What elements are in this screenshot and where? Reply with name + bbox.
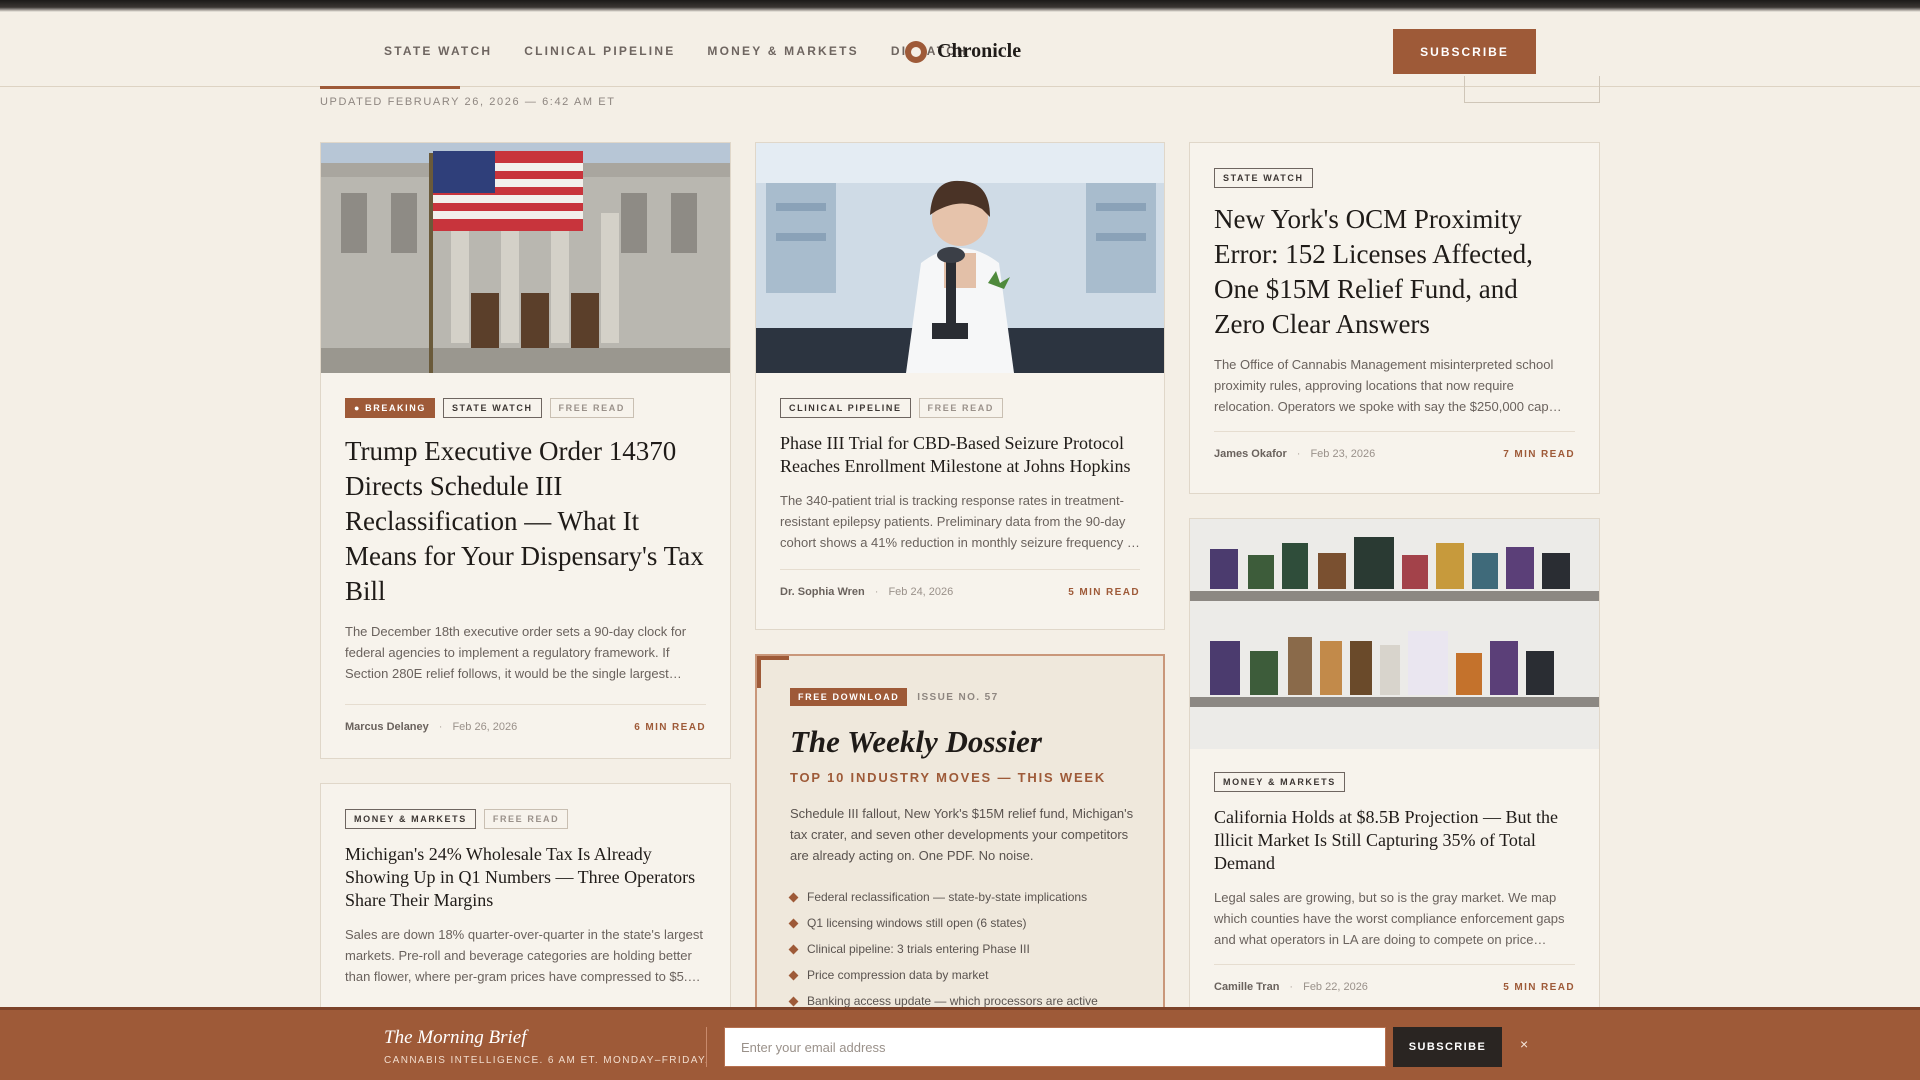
article-headline[interactable]: Phase III Trial for CBD-Based Seizure Pr… bbox=[780, 432, 1140, 478]
weekly-dossier-promo[interactable]: FREE DOWNLOAD ISSUE NO. 57 The Weekly Do… bbox=[755, 654, 1165, 1014]
brief-title: The Morning Brief bbox=[384, 1027, 527, 1048]
publish-date: Feb 22, 2026 bbox=[1303, 981, 1368, 993]
tag-money-markets[interactable]: MONEY & MARKETS bbox=[1214, 772, 1345, 792]
article-headline[interactable]: Trump Executive Order 14370 Directs Sche… bbox=[345, 434, 706, 609]
tag-clinical-pipeline[interactable]: CLINICAL PIPELINE bbox=[780, 398, 911, 418]
article-card-cbd-trial[interactable]: CLINICAL PIPELINE FREE READ Phase III Tr… bbox=[755, 142, 1165, 630]
article-meta: Dr. Sophia Wren · Feb 24, 2026 5 MIN REA… bbox=[780, 569, 1140, 598]
corner-accent bbox=[757, 656, 789, 688]
list-item: Federal reclassification — state-by-stat… bbox=[788, 884, 1140, 910]
meta-separator: · bbox=[1296, 448, 1301, 460]
brief-divider bbox=[706, 1027, 707, 1067]
brief-subscribe-button[interactable]: SUBSCRIBE bbox=[1393, 1027, 1502, 1067]
article-headline[interactable]: California Holds at $8.5B Projection — B… bbox=[1214, 806, 1575, 875]
tag-state-watch[interactable]: STATE WATCH bbox=[442, 398, 542, 418]
tag-row: CLINICAL PIPELINE FREE READ bbox=[780, 398, 1140, 418]
close-icon[interactable]: × bbox=[1520, 1036, 1528, 1052]
article-dek: The Office of Cannabis Management misint… bbox=[1214, 357, 1562, 414]
diamond-bullet-icon bbox=[788, 892, 799, 902]
tag-breaking[interactable]: ● BREAKING bbox=[345, 398, 435, 418]
article-dek: Sales are down 18% quarter-over-quarter … bbox=[345, 927, 704, 984]
article-dek: Legal sales are growing, but so is the g… bbox=[1214, 890, 1565, 947]
article-card-trump-eo[interactable]: ● BREAKING STATE WATCH FREE READ Trump E… bbox=[320, 142, 731, 759]
lab-scientist-photo bbox=[756, 143, 1164, 373]
diamond-bullet-icon bbox=[788, 944, 799, 954]
tag-free-read[interactable]: FREE READ bbox=[549, 398, 634, 418]
article-meta: James Okafor · Feb 23, 2026 7 MIN READ bbox=[1214, 431, 1575, 460]
brand-logo[interactable]: Chronicle bbox=[905, 40, 1021, 63]
diamond-bullet-icon bbox=[788, 970, 799, 980]
tag-free-read[interactable]: FREE READ bbox=[483, 809, 569, 829]
publish-date: Feb 24, 2026 bbox=[888, 586, 954, 598]
dossier-description: Schedule III fallout, New York's $15M re… bbox=[790, 806, 1134, 863]
article-card-michigan-tax[interactable]: MONEY & MARKETS FREE READ Michigan's 24%… bbox=[320, 783, 731, 1023]
window-top-edge bbox=[0, 0, 1920, 12]
tag-row: MONEY & MARKETS FREE READ bbox=[345, 809, 706, 829]
publish-date: Feb 23, 2026 bbox=[1310, 448, 1376, 460]
brand-mark-icon bbox=[905, 40, 927, 63]
tag-row: ● BREAKING STATE WATCH FREE READ bbox=[345, 398, 706, 418]
read-time: 6 MIN READ bbox=[634, 721, 706, 733]
courthouse-flag-photo bbox=[321, 143, 730, 373]
tag-state-watch[interactable]: STATE WATCH bbox=[1214, 168, 1313, 188]
dossier-list: Federal reclassification — state-by-stat… bbox=[788, 884, 1140, 1014]
meta-separator: · bbox=[438, 721, 443, 733]
dispensary-shelf-photo bbox=[1190, 519, 1599, 749]
author-name[interactable]: Camille Tran bbox=[1214, 981, 1279, 993]
read-time: 7 MIN READ bbox=[1503, 448, 1575, 460]
article-dek: The 340-patient trial is tracking respon… bbox=[780, 493, 1140, 550]
read-time: 5 MIN READ bbox=[1068, 586, 1140, 598]
dossier-title: The Weekly Dossier bbox=[790, 724, 1042, 759]
nav-clinical-pipeline[interactable]: CLINICAL PIPELINE bbox=[524, 44, 675, 58]
tag-money-markets[interactable]: MONEY & MARKETS bbox=[345, 809, 476, 829]
article-headline[interactable]: New York's OCM Proximity Error: 152 Lice… bbox=[1214, 202, 1575, 342]
morning-brief-bar: The Morning Brief CANNABIS INTELLIGENCE.… bbox=[0, 1007, 1920, 1080]
read-time: 5 MIN READ bbox=[1503, 981, 1575, 993]
article-headline[interactable]: Michigan's 24% Wholesale Tax Is Already … bbox=[345, 843, 706, 912]
main-nav: STATE WATCH CLINICAL PIPELINE MONEY & MA… bbox=[384, 44, 968, 58]
view-all-button[interactable] bbox=[1464, 76, 1600, 103]
author-name[interactable]: James Okafor bbox=[1214, 448, 1287, 460]
brief-subtitle: CANNABIS INTELLIGENCE. 6 AM ET. MONDAY–F… bbox=[384, 1055, 710, 1066]
brand-name: Chronicle bbox=[937, 40, 1022, 62]
nav-state-watch[interactable]: STATE WATCH bbox=[384, 44, 492, 58]
article-card-ny-ocm[interactable]: STATE WATCH New York's OCM Proximity Err… bbox=[1189, 142, 1600, 494]
article-meta: Camille Tran · Feb 22, 2026 5 MIN READ bbox=[1214, 964, 1575, 993]
meta-separator: · bbox=[874, 586, 879, 598]
header-subscribe-button[interactable]: SUBSCRIBE bbox=[1393, 29, 1536, 74]
nav-money-markets[interactable]: MONEY & MARKETS bbox=[707, 44, 858, 58]
tag-row: STATE WATCH bbox=[1214, 168, 1575, 188]
article-card-california[interactable]: MONEY & MARKETS California Holds at $8.5… bbox=[1189, 518, 1600, 1018]
dossier-subtitle: TOP 10 INDUSTRY MOVES — THIS WEEK bbox=[790, 770, 1107, 785]
diamond-bullet-icon bbox=[788, 996, 799, 1006]
list-item: Q1 licensing windows still open (6 state… bbox=[788, 910, 1140, 936]
email-input[interactable] bbox=[724, 1027, 1386, 1067]
publish-date: Feb 26, 2026 bbox=[452, 721, 518, 733]
tag-row: MONEY & MARKETS bbox=[1214, 772, 1575, 792]
issue-number: ISSUE NO. 57 bbox=[917, 691, 999, 703]
site-header: STATE WATCH CLINICAL PIPELINE MONEY & MA… bbox=[0, 12, 1920, 87]
updated-timestamp: UPDATED FEBRUARY 26, 2026 — 6:42 AM ET bbox=[320, 96, 616, 108]
diamond-bullet-icon bbox=[788, 918, 799, 928]
tag-free-read[interactable]: FREE READ bbox=[918, 398, 1003, 418]
article-dek: The December 18th executive order sets a… bbox=[345, 624, 687, 681]
author-name[interactable]: Marcus Delaney bbox=[345, 721, 429, 733]
author-name[interactable]: Dr. Sophia Wren bbox=[780, 586, 865, 598]
list-item: Clinical pipeline: 3 trials entering Pha… bbox=[788, 936, 1140, 962]
section-accent-line bbox=[320, 86, 460, 89]
list-item: Price compression data by market bbox=[788, 962, 1140, 988]
free-download-badge[interactable]: FREE DOWNLOAD bbox=[790, 688, 908, 706]
article-meta: Marcus Delaney · Feb 26, 2026 6 MIN READ bbox=[345, 704, 706, 733]
meta-separator: · bbox=[1289, 981, 1294, 993]
